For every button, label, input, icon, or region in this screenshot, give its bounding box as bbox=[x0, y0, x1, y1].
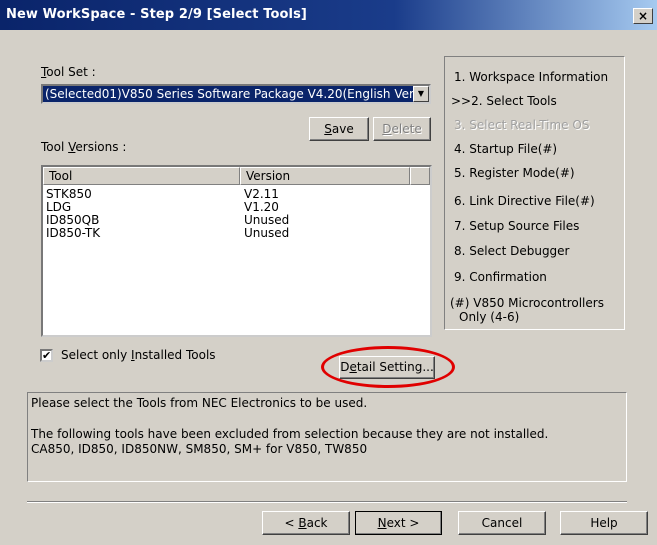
window-title: New WorkSpace - Step 2/9 [Select Tools] bbox=[6, 7, 307, 22]
next-button[interactable]: Next > bbox=[355, 511, 442, 535]
tool-version-cell: Unused bbox=[244, 226, 290, 240]
highlight-circle bbox=[321, 346, 455, 388]
dropdown-arrow-icon[interactable]: ▼ bbox=[413, 86, 429, 102]
step-item-current: >>2. Select Tools bbox=[451, 94, 557, 108]
tool-version-cell: Unused bbox=[244, 213, 290, 227]
tool-versions-label: Tool Versions : bbox=[41, 140, 127, 154]
step-item: 5. Register Mode(#) bbox=[454, 166, 575, 180]
back-button[interactable]: < Back bbox=[262, 511, 350, 535]
help-button[interactable]: Help bbox=[560, 511, 648, 535]
save-button[interactable]: Save bbox=[309, 117, 369, 141]
step-item: 7. Setup Source Files bbox=[454, 219, 580, 233]
column-header-filler bbox=[410, 167, 430, 185]
tool-version-cell: V1.20 bbox=[244, 200, 279, 214]
tool-set-value: (Selected01)V850 Series Software Package… bbox=[43, 86, 416, 102]
separator bbox=[27, 501, 627, 503]
new-workspace-dialog: New WorkSpace - Step 2/9 [Select Tools] … bbox=[0, 0, 657, 545]
description-line: CA850, ID850, ID850NW, SM850, SM+ for V8… bbox=[31, 442, 368, 456]
title-bar: New WorkSpace - Step 2/9 [Select Tools] … bbox=[0, 0, 657, 30]
steps-panel: 1. Workspace Information >>2. Select Too… bbox=[444, 56, 625, 330]
tool-set-label: Tool Set : bbox=[41, 65, 96, 79]
step-item: 8. Select Debugger bbox=[454, 244, 570, 258]
close-button[interactable]: × bbox=[633, 8, 653, 24]
step-note: Only (4-6) bbox=[459, 310, 520, 324]
column-header-version[interactable]: Version bbox=[240, 167, 410, 185]
tool-version-cell: V2.11 bbox=[244, 187, 279, 201]
tool-name-cell: ID850QB bbox=[46, 213, 100, 227]
installed-tools-label: Select only Installed Tools bbox=[61, 348, 216, 362]
step-note: (#) V850 Microcontrollers bbox=[450, 296, 604, 310]
tool-name-cell: LDG bbox=[46, 200, 72, 214]
tool-set-dropdown[interactable]: (Selected01)V850 Series Software Package… bbox=[41, 84, 431, 104]
description-box: Please select the Tools from NEC Electro… bbox=[27, 392, 627, 482]
step-item: 9. Confirmation bbox=[454, 270, 547, 284]
tool-name-cell: STK850 bbox=[46, 187, 92, 201]
column-header-tool[interactable]: Tool bbox=[43, 167, 240, 185]
tool-versions-list[interactable]: Tool Version STK850 V2.11 LDG V1.20 ID85… bbox=[41, 165, 432, 337]
installed-tools-checkbox[interactable]: ✔ bbox=[40, 349, 53, 362]
cancel-button[interactable]: Cancel bbox=[458, 511, 546, 535]
step-item: 1. Workspace Information bbox=[454, 70, 609, 84]
step-item: 6. Link Directive File(#) bbox=[454, 194, 595, 208]
step-item: 4. Startup File(#) bbox=[454, 142, 558, 156]
tool-name-cell: ID850-TK bbox=[46, 226, 101, 240]
description-line: Please select the Tools from NEC Electro… bbox=[31, 396, 368, 410]
delete-button[interactable]: Delete bbox=[373, 117, 431, 141]
description-line: The following tools have been excluded f… bbox=[31, 427, 549, 441]
step-item-disabled: 3. Select Real-Time OS bbox=[454, 118, 590, 132]
